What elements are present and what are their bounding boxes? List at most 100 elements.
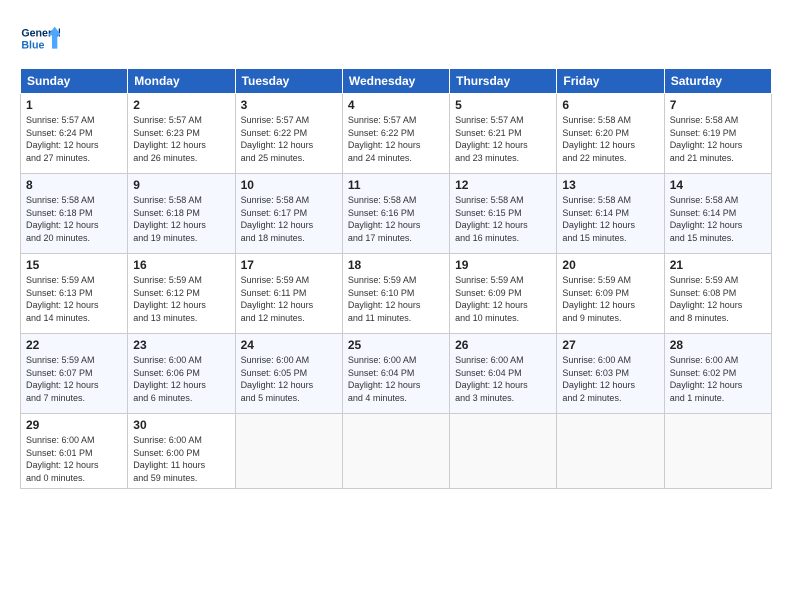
calendar-cell: 30Sunrise: 6:00 AM Sunset: 6:00 PM Dayli…	[128, 414, 235, 489]
day-info: Sunrise: 5:58 AM Sunset: 6:18 PM Dayligh…	[26, 194, 122, 244]
weekday-header-thursday: Thursday	[450, 69, 557, 94]
day-number: 27	[562, 338, 658, 352]
calendar-body: 1 Sunrise: 5:57 AM Sunset: 6:24 PM Daylig…	[21, 94, 772, 489]
calendar-cell	[664, 414, 771, 489]
day-info: Sunrise: 5:58 AM Sunset: 6:20 PM Dayligh…	[562, 114, 658, 164]
calendar-cell: 11Sunrise: 5:58 AM Sunset: 6:16 PM Dayli…	[342, 174, 449, 254]
calendar-cell: 20 Sunrise: 5:59 AM Sunset: 6:09 PM Dayli…	[557, 254, 664, 334]
weekday-header-row: SundayMondayTuesdayWednesdayThursdayFrid…	[21, 69, 772, 94]
weekday-header-saturday: Saturday	[664, 69, 771, 94]
week-row-4: 22 Sunrise: 5:59 AM Sunset: 6:07 PM Dayli…	[21, 334, 772, 414]
calendar-cell: 13 Sunrise: 5:58 AM Sunset: 6:14 PM Dayli…	[557, 174, 664, 254]
logo-svg: General Blue	[20, 20, 60, 60]
week-row-1: 1 Sunrise: 5:57 AM Sunset: 6:24 PM Daylig…	[21, 94, 772, 174]
day-number: 3	[241, 98, 337, 112]
calendar-cell: 22 Sunrise: 5:59 AM Sunset: 6:07 PM Dayli…	[21, 334, 128, 414]
week-row-3: 15Sunrise: 5:59 AM Sunset: 6:13 PM Dayli…	[21, 254, 772, 334]
day-number: 20	[562, 258, 658, 272]
weekday-header-monday: Monday	[128, 69, 235, 94]
day-number: 17	[241, 258, 337, 272]
day-number: 24	[241, 338, 337, 352]
calendar-cell: 25Sunrise: 6:00 AM Sunset: 6:04 PM Dayli…	[342, 334, 449, 414]
calendar-cell: 15Sunrise: 5:59 AM Sunset: 6:13 PM Dayli…	[21, 254, 128, 334]
day-info: Sunrise: 5:58 AM Sunset: 6:18 PM Dayligh…	[133, 194, 229, 244]
calendar-cell: 14Sunrise: 5:58 AM Sunset: 6:14 PM Dayli…	[664, 174, 771, 254]
calendar-cell: 6 Sunrise: 5:58 AM Sunset: 6:20 PM Daylig…	[557, 94, 664, 174]
day-info: Sunrise: 6:00 AM Sunset: 6:04 PM Dayligh…	[348, 354, 444, 404]
day-info: Sunrise: 5:57 AM Sunset: 6:23 PM Dayligh…	[133, 114, 229, 164]
calendar-cell: 3 Sunrise: 5:57 AM Sunset: 6:22 PM Daylig…	[235, 94, 342, 174]
calendar-cell	[342, 414, 449, 489]
svg-text:Blue: Blue	[21, 40, 44, 52]
day-info: Sunrise: 6:00 AM Sunset: 6:02 PM Dayligh…	[670, 354, 766, 404]
logo: General Blue	[20, 20, 60, 60]
calendar-cell: 26 Sunrise: 6:00 AM Sunset: 6:04 PM Dayli…	[450, 334, 557, 414]
calendar-cell: 5Sunrise: 5:57 AM Sunset: 6:21 PM Daylig…	[450, 94, 557, 174]
day-number: 28	[670, 338, 766, 352]
day-info: Sunrise: 5:59 AM Sunset: 6:10 PM Dayligh…	[348, 274, 444, 324]
day-info: Sunrise: 5:59 AM Sunset: 6:07 PM Dayligh…	[26, 354, 122, 404]
day-number: 16	[133, 258, 229, 272]
day-info: Sunrise: 5:58 AM Sunset: 6:19 PM Dayligh…	[670, 114, 766, 164]
calendar-cell	[235, 414, 342, 489]
day-number: 26	[455, 338, 551, 352]
day-info: Sunrise: 5:57 AM Sunset: 6:22 PM Dayligh…	[241, 114, 337, 164]
day-number: 23	[133, 338, 229, 352]
calendar-cell: 8 Sunrise: 5:58 AM Sunset: 6:18 PM Daylig…	[21, 174, 128, 254]
day-info: Sunrise: 5:59 AM Sunset: 6:12 PM Dayligh…	[133, 274, 229, 324]
day-number: 12	[455, 178, 551, 192]
day-number: 18	[348, 258, 444, 272]
day-info: Sunrise: 5:59 AM Sunset: 6:11 PM Dayligh…	[241, 274, 337, 324]
day-number: 10	[241, 178, 337, 192]
day-number: 21	[670, 258, 766, 272]
day-number: 1	[26, 98, 122, 112]
day-info: Sunrise: 5:59 AM Sunset: 6:13 PM Dayligh…	[26, 274, 122, 324]
day-number: 8	[26, 178, 122, 192]
day-number: 13	[562, 178, 658, 192]
day-number: 22	[26, 338, 122, 352]
weekday-header-tuesday: Tuesday	[235, 69, 342, 94]
day-number: 2	[133, 98, 229, 112]
day-number: 5	[455, 98, 551, 112]
header: General Blue	[20, 16, 772, 60]
weekday-header-sunday: Sunday	[21, 69, 128, 94]
calendar-cell: 9 Sunrise: 5:58 AM Sunset: 6:18 PM Daylig…	[128, 174, 235, 254]
week-row-2: 8 Sunrise: 5:58 AM Sunset: 6:18 PM Daylig…	[21, 174, 772, 254]
calendar-cell: 16 Sunrise: 5:59 AM Sunset: 6:12 PM Dayli…	[128, 254, 235, 334]
day-number: 19	[455, 258, 551, 272]
calendar-cell: 2 Sunrise: 5:57 AM Sunset: 6:23 PM Daylig…	[128, 94, 235, 174]
weekday-header-friday: Friday	[557, 69, 664, 94]
day-info: Sunrise: 6:00 AM Sunset: 6:03 PM Dayligh…	[562, 354, 658, 404]
day-info: Sunrise: 6:00 AM Sunset: 6:04 PM Dayligh…	[455, 354, 551, 404]
day-number: 6	[562, 98, 658, 112]
calendar-cell: 1 Sunrise: 5:57 AM Sunset: 6:24 PM Daylig…	[21, 94, 128, 174]
day-info: Sunrise: 5:58 AM Sunset: 6:14 PM Dayligh…	[670, 194, 766, 244]
day-number: 29	[26, 418, 122, 432]
calendar-cell	[450, 414, 557, 489]
calendar-cell: 4Sunrise: 5:57 AM Sunset: 6:22 PM Daylig…	[342, 94, 449, 174]
calendar-cell	[557, 414, 664, 489]
day-info: Sunrise: 5:58 AM Sunset: 6:16 PM Dayligh…	[348, 194, 444, 244]
day-number: 9	[133, 178, 229, 192]
calendar-cell: 18 Sunrise: 5:59 AM Sunset: 6:10 PM Dayli…	[342, 254, 449, 334]
day-info: Sunrise: 5:57 AM Sunset: 6:24 PM Dayligh…	[26, 114, 122, 164]
calendar-cell: 21Sunrise: 5:59 AM Sunset: 6:08 PM Dayli…	[664, 254, 771, 334]
day-number: 30	[133, 418, 229, 432]
day-info: Sunrise: 5:59 AM Sunset: 6:09 PM Dayligh…	[562, 274, 658, 324]
day-number: 7	[670, 98, 766, 112]
page: General Blue SundayMondayTuesdayWednesda…	[0, 0, 792, 499]
day-info: Sunrise: 5:58 AM Sunset: 6:14 PM Dayligh…	[562, 194, 658, 244]
calendar-cell: 12Sunrise: 5:58 AM Sunset: 6:15 PM Dayli…	[450, 174, 557, 254]
week-row-5: 29 Sunrise: 6:00 AM Sunset: 6:01 PM Dayli…	[21, 414, 772, 489]
calendar-cell: 10Sunrise: 5:58 AM Sunset: 6:17 PM Dayli…	[235, 174, 342, 254]
calendar-cell: 7 Sunrise: 5:58 AM Sunset: 6:19 PM Daylig…	[664, 94, 771, 174]
calendar-cell: 27 Sunrise: 6:00 AM Sunset: 6:03 PM Dayli…	[557, 334, 664, 414]
day-info: Sunrise: 6:00 AM Sunset: 6:01 PM Dayligh…	[26, 434, 122, 484]
calendar-table: SundayMondayTuesdayWednesdayThursdayFrid…	[20, 68, 772, 489]
day-info: Sunrise: 6:00 AM Sunset: 6:06 PM Dayligh…	[133, 354, 229, 404]
day-info: Sunrise: 5:59 AM Sunset: 6:09 PM Dayligh…	[455, 274, 551, 324]
calendar-cell: 29 Sunrise: 6:00 AM Sunset: 6:01 PM Dayli…	[21, 414, 128, 489]
calendar-cell: 17 Sunrise: 5:59 AM Sunset: 6:11 PM Dayli…	[235, 254, 342, 334]
calendar-cell: 28 Sunrise: 6:00 AM Sunset: 6:02 PM Dayli…	[664, 334, 771, 414]
calendar-cell: 24Sunrise: 6:00 AM Sunset: 6:05 PM Dayli…	[235, 334, 342, 414]
